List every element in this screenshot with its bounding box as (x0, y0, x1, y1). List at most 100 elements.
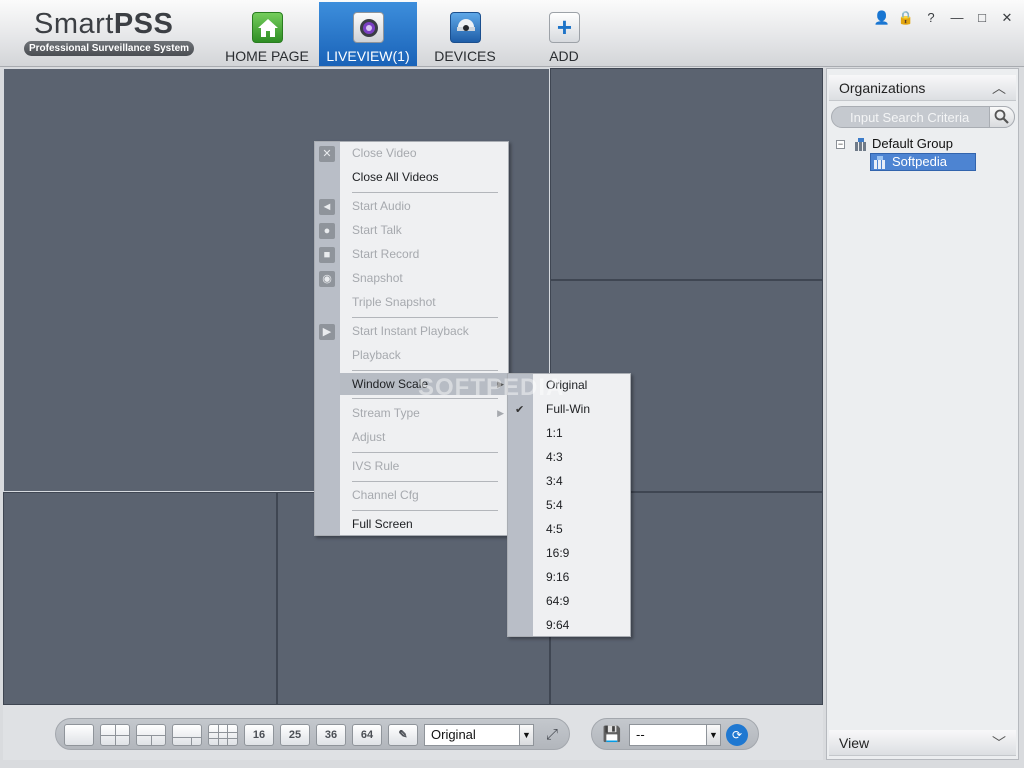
scale-option-5-4[interactable]: 5:4 (533, 494, 630, 516)
scale-option-9-16[interactable]: 9:16 (533, 566, 630, 588)
menu-separator (352, 192, 498, 193)
chevron-up-icon[interactable]: ︿ (992, 75, 1006, 101)
tab-liveview-label: LIVEVIEW(1) (326, 48, 410, 64)
plus-icon: + (549, 12, 580, 43)
scale-option-16-9[interactable]: 16:9 (533, 542, 630, 564)
search-icon (994, 109, 1009, 124)
menu-item-channel-cfg[interactable]: Channel Cfg (340, 484, 508, 506)
group-icon (854, 138, 868, 151)
menu-separator (352, 370, 498, 371)
layout-6-button[interactable] (136, 724, 166, 746)
scale-option-3-4[interactable]: 3:4 (533, 470, 630, 492)
menu-item-start-instant-playback[interactable]: Start Instant Playback (340, 320, 508, 342)
organizations-panel: Organizations ︿ Input Search Criteria − … (826, 68, 1019, 760)
submenu-arrow-icon: ▶ (497, 408, 504, 418)
layout-36-button[interactable]: 36 (316, 724, 346, 746)
scale-option-1-1[interactable]: 1:1 (533, 422, 630, 444)
menu-item-stream-type[interactable]: Stream Type ▶ (340, 402, 508, 424)
record-icon: ■ (319, 247, 335, 263)
scale-option-4-3[interactable]: 4:3 (533, 446, 630, 468)
app-logo: SmartPSS Professional Surveillance Syste… (24, 8, 196, 58)
tab-add[interactable]: + ADD (515, 2, 613, 66)
app-name: SmartPSS (34, 8, 173, 41)
user-icon[interactable]: 👤 (872, 9, 892, 27)
view-select[interactable]: -- ▼ (629, 724, 721, 746)
playback-icon: ▶ (319, 324, 335, 340)
custom-layout-pencil-icon[interactable]: ✎ (388, 724, 418, 746)
search-placeholder: Input Search Criteria (850, 110, 970, 125)
tab-devices-label: DEVICES (434, 48, 496, 64)
maximize-button[interactable]: □ (972, 9, 992, 27)
camera-icon (353, 12, 384, 43)
tree-item-default-group[interactable]: Default Group (872, 136, 953, 151)
video-pane-2[interactable] (550, 68, 823, 280)
menu-item-playback[interactable]: Playback (340, 344, 508, 366)
app-name-bold: PSS (113, 8, 174, 40)
menu-item-close-all-videos[interactable]: Close All Videos (340, 166, 508, 188)
chevron-down-icon[interactable]: ﹀ (992, 730, 1006, 756)
layout-1-button[interactable] (64, 724, 94, 746)
app-name-plain: Smart (34, 8, 114, 40)
layout-toolbar-group: 16 25 36 64 ✎ Original ▼ ⤢ (55, 718, 570, 750)
layout-25-button[interactable]: 25 (280, 724, 310, 746)
search-input[interactable]: Input Search Criteria (831, 106, 1015, 128)
menu-item-start-talk[interactable]: Start Talk (340, 219, 508, 241)
scale-option-4-5[interactable]: 4:5 (533, 518, 630, 540)
tab-devices[interactable]: DEVICES (416, 2, 514, 66)
view-header[interactable]: View ﹀ (829, 730, 1016, 756)
refresh-icon[interactable]: ⟳ (726, 724, 748, 746)
help-icon[interactable]: ? (921, 9, 941, 27)
dome-camera-icon (450, 12, 481, 43)
audio-icon: ◄ (319, 199, 335, 215)
search-button[interactable] (989, 106, 1015, 128)
microphone-icon: ● (319, 223, 335, 239)
close-icon: ✕ (319, 146, 335, 162)
home-icon (252, 12, 283, 43)
lock-icon[interactable]: 🔒 (896, 9, 916, 27)
title-bar: SmartPSS Professional Surveillance Syste… (0, 0, 1024, 67)
menu-item-start-record[interactable]: Start Record (340, 243, 508, 265)
menu-item-start-audio[interactable]: Start Audio (340, 195, 508, 217)
snapshot-icon: ◉ (319, 271, 335, 287)
tab-home-page[interactable]: HOME PAGE (218, 2, 316, 66)
menu-separator (352, 510, 498, 511)
fullscreen-icon[interactable]: ⤢ (542, 725, 562, 745)
scale-option-9-64[interactable]: 9:64 (533, 614, 630, 636)
layout-64-button[interactable]: 64 (352, 724, 382, 746)
save-icon[interactable]: 💾 (602, 725, 622, 745)
watermark: SOFTPEDIA (418, 374, 565, 401)
menu-item-adjust[interactable]: Adjust (340, 426, 508, 448)
view-toolbar-group: 💾 -- ▼ ⟳ (591, 718, 759, 750)
window-scale-submenu: Original ✔ Full-Win 1:1 4:3 3:4 5:4 4:5 … (507, 373, 631, 637)
context-menu: ✕ Close Video Close All Videos ◄ Start A… (314, 141, 509, 536)
menu-item-close-video[interactable]: Close Video (340, 142, 508, 164)
view-title: View (839, 735, 870, 751)
tree-item-softpedia[interactable]: Softpedia (870, 153, 976, 171)
menu-item-ivs-rule[interactable]: IVS Rule (340, 455, 508, 477)
menu-item-window-scale-label: Window Scale (352, 377, 429, 391)
minimize-button[interactable]: — (947, 9, 967, 27)
menu-separator (352, 317, 498, 318)
app-subtitle: Professional Surveillance System (24, 41, 194, 56)
layout-16-button[interactable]: 16 (244, 724, 274, 746)
checkmark-icon: ✔ (515, 404, 525, 416)
layout-9-button[interactable] (208, 724, 238, 746)
layout-8-button[interactable] (172, 724, 202, 746)
menu-separator (352, 452, 498, 453)
close-button[interactable]: ✕ (997, 9, 1017, 27)
video-pane-4[interactable] (3, 492, 277, 705)
organizations-header[interactable]: Organizations ︿ (829, 75, 1016, 101)
organizations-title: Organizations (839, 80, 926, 96)
layout-4-button[interactable] (100, 724, 130, 746)
menu-item-full-screen[interactable]: Full Screen (340, 513, 508, 535)
menu-item-triple-snapshot[interactable]: Triple Snapshot (340, 291, 508, 313)
tab-liveview[interactable]: LIVEVIEW(1) (319, 2, 417, 66)
scale-select[interactable]: Original ▼ (424, 724, 534, 746)
tab-home-page-label: HOME PAGE (225, 48, 309, 64)
menu-separator (352, 481, 498, 482)
tree-item-softpedia-label: Softpedia (892, 154, 947, 169)
tree-collapse-toggle[interactable]: − (836, 140, 845, 149)
scale-option-64-9[interactable]: 64:9 (533, 590, 630, 612)
bottom-toolbar: 16 25 36 64 ✎ Original ▼ ⤢ 💾 -- ▼ ⟳ (3, 705, 823, 760)
menu-item-snapshot[interactable]: Snapshot (340, 267, 508, 289)
